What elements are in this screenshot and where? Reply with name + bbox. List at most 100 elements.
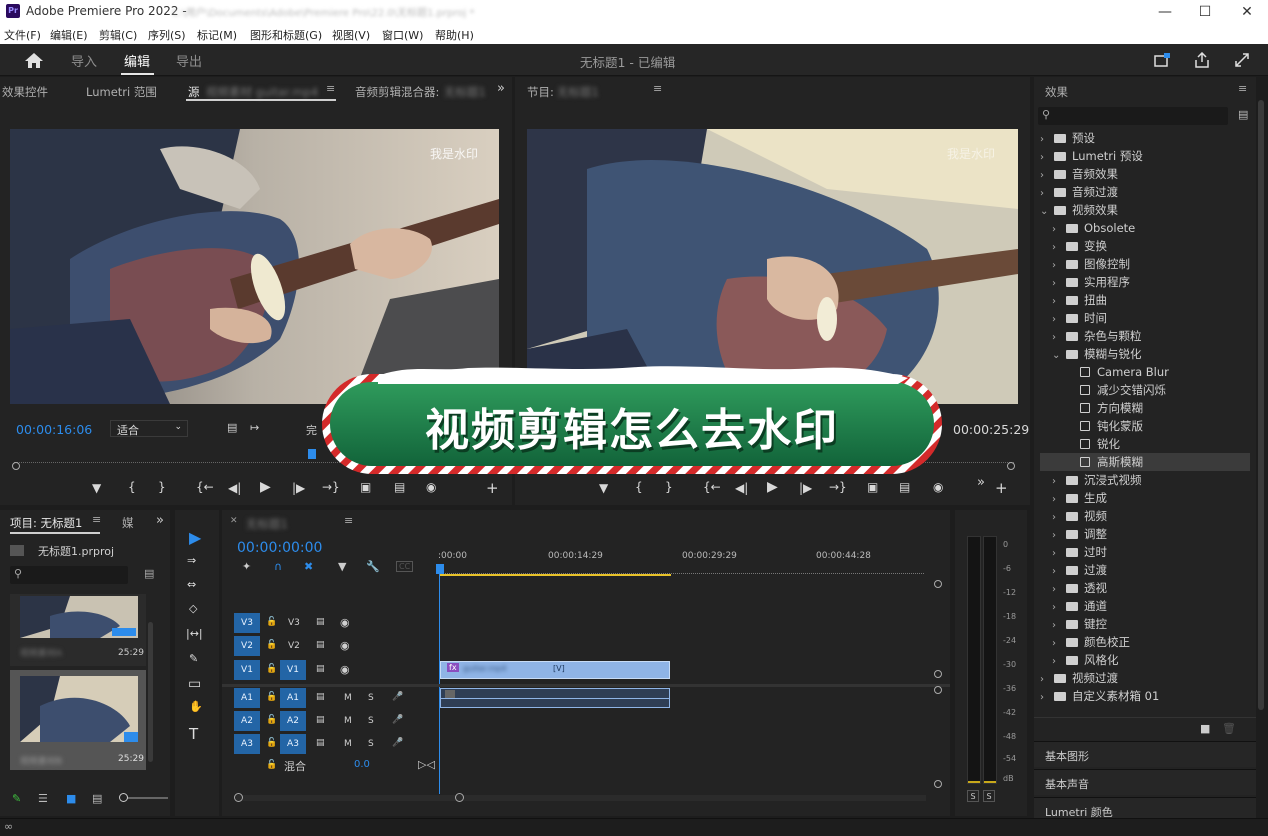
chevron-down-icon[interactable]: ⌄	[1040, 203, 1052, 221]
effect-folder[interactable]: ⌄ 视频效果	[1040, 201, 1250, 219]
effect-folder[interactable]: › 透视	[1040, 579, 1250, 597]
menu-markers[interactable]: 标记(M)	[197, 27, 237, 43]
effect-folder[interactable]: › 键控	[1040, 615, 1250, 633]
effects-scrollbar[interactable]	[1258, 100, 1264, 710]
add-marker-icon[interactable]: ▼	[338, 560, 346, 573]
effect-folder[interactable]: ⌄ 模糊与锐化	[1040, 345, 1250, 363]
mark-out-icon[interactable]: }	[158, 480, 166, 494]
program-label[interactable]: 节目:	[527, 84, 554, 100]
effect-folder[interactable]: › Obsolete	[1040, 219, 1250, 237]
slip-tool-icon[interactable]: |↔|	[186, 627, 203, 640]
effect-item[interactable]: 方向模糊	[1040, 399, 1250, 417]
fullscreen-icon[interactable]	[1234, 52, 1250, 68]
thumbnail-zoom-handle[interactable]	[119, 793, 128, 802]
timeline-playhead-handle[interactable]	[436, 564, 444, 574]
effect-folder[interactable]: › 实用程序	[1040, 273, 1250, 291]
zoom-handle-left[interactable]	[12, 462, 20, 470]
fit-dropdown[interactable]: 适合 ⌄	[110, 420, 188, 437]
new-custom-bin-icon[interactable]: ■	[1200, 722, 1210, 735]
step-forward-icon[interactable]: |▶	[292, 481, 305, 495]
mute-button-a3[interactable]: M	[344, 739, 352, 749]
lock-icon[interactable]: 🔓	[266, 715, 277, 725]
source-timecode[interactable]: 00:00:16:06	[16, 422, 92, 437]
go-to-in-icon[interactable]: {←	[196, 480, 214, 494]
track-select-tool-icon[interactable]: ⇒	[187, 554, 196, 567]
go-to-out-icon[interactable]: →}	[829, 480, 847, 494]
lock-icon[interactable]: 🔓	[266, 617, 277, 627]
eye-icon[interactable]: ◉	[340, 616, 350, 629]
captions-icon[interactable]: CC	[396, 561, 414, 572]
chevron-right-icon[interactable]: ›	[1040, 689, 1052, 707]
effects-search-input[interactable]: ⚲	[1038, 107, 1228, 125]
tab-project[interactable]: 项目: 无标题1	[10, 515, 82, 531]
source-patch-v1[interactable]: V1	[234, 660, 260, 680]
effects-panel-title[interactable]: 效果	[1045, 84, 1068, 100]
selection-tool-icon[interactable]: ▶	[189, 528, 201, 547]
icon-view-icon[interactable]: ■	[66, 792, 76, 805]
tab-audio-clip-mixer[interactable]: 音频剪辑混合器:	[355, 84, 439, 100]
sync-lock-icon[interactable]: ▤	[316, 640, 325, 650]
source-patch-a2[interactable]: A2	[234, 711, 260, 731]
lock-icon[interactable]: 🔓	[266, 664, 277, 674]
panel-overflow-icon[interactable]: »	[497, 81, 505, 96]
resolution-dropdown[interactable]: 完	[306, 422, 317, 438]
work-area-bar[interactable]	[440, 574, 671, 576]
lock-icon[interactable]: 🔓	[266, 738, 277, 748]
export-frame-icon[interactable]: ◉	[426, 480, 436, 494]
sync-lock-icon[interactable]: ▤	[316, 715, 325, 725]
sync-lock-icon[interactable]: ▤	[316, 738, 325, 748]
overwrite-icon[interactable]: ▤	[394, 480, 405, 494]
menu-sequence[interactable]: 序列(S)	[148, 27, 186, 43]
step-back-icon[interactable]: ◀|	[228, 481, 241, 495]
effect-folder[interactable]: › 预设	[1040, 129, 1250, 147]
ripple-edit-tool-icon[interactable]: ⇔	[187, 578, 196, 591]
menu-file[interactable]: 文件(F)	[4, 27, 41, 43]
effect-folder[interactable]: › 风格化	[1040, 651, 1250, 669]
source-video-frame[interactable]: 我是水印	[10, 129, 499, 404]
project-item-2[interactable]: 视频素材B 25:29	[10, 670, 146, 770]
effect-folder[interactable]: › 调整	[1040, 525, 1250, 543]
lock-icon[interactable]: 🔓	[266, 640, 277, 650]
mark-in-icon[interactable]: {	[635, 480, 643, 494]
program-video-frame[interactable]: 我是水印	[527, 129, 1018, 404]
effect-item[interactable]: 钝化蒙版	[1040, 417, 1250, 435]
effect-folder[interactable]: › 自定义素材箱 01	[1040, 687, 1250, 705]
tab-edit[interactable]: 编辑	[124, 51, 150, 70]
panel-menu-icon[interactable]: ≡	[1238, 82, 1247, 95]
tab-lumetri-scopes[interactable]: Lumetri 范围	[86, 84, 157, 100]
effect-folder[interactable]: › 视频过渡	[1040, 669, 1250, 687]
audio-clip[interactable]	[440, 688, 670, 708]
track-target-a2[interactable]: A2	[280, 711, 306, 731]
track-target-v1[interactable]: V1	[280, 660, 306, 680]
quick-export-icon[interactable]	[1154, 53, 1170, 67]
track-target-a1[interactable]: A1	[280, 688, 306, 708]
microphone-icon[interactable]: 🎤	[392, 692, 403, 702]
panel-menu-icon[interactable]: ≡	[344, 514, 353, 527]
menu-graphics[interactable]: 图形和标题(G)	[250, 27, 322, 43]
menu-clip[interactable]: 剪辑(C)	[99, 27, 137, 43]
pen-tool-icon[interactable]: ✎	[189, 652, 198, 665]
essential-graphics-section[interactable]: 基本图形	[1034, 741, 1256, 767]
menu-view[interactable]: 视图(V)	[332, 27, 370, 43]
video-clip[interactable]: fx guitar.mp4 [V]	[440, 661, 670, 679]
sync-lock-icon[interactable]: ▤	[316, 617, 325, 627]
sequence-tab-name[interactable]: 无标题1	[246, 516, 288, 532]
linked-selection-icon[interactable]: ✖	[304, 560, 313, 573]
snap-icon[interactable]: ∩	[274, 560, 282, 573]
panel-menu-icon[interactable]: ≡	[92, 513, 101, 526]
effect-folder[interactable]: › 生成	[1040, 489, 1250, 507]
sync-lock-icon[interactable]: ▤	[316, 692, 325, 702]
project-scrollbar[interactable]	[148, 622, 153, 762]
tab-media[interactable]: 媒	[122, 515, 134, 531]
effect-folder[interactable]: › 通道	[1040, 597, 1250, 615]
microphone-icon[interactable]: 🎤	[392, 715, 403, 725]
go-to-in-icon[interactable]: {←	[703, 480, 721, 494]
solo-button-a2[interactable]: S	[368, 716, 374, 726]
drag-video-icon[interactable]: ↦	[250, 421, 259, 434]
nest-icon[interactable]: ✦	[242, 560, 251, 573]
go-to-end-icon[interactable]: ▷◁	[418, 758, 435, 771]
effect-folder[interactable]: › 过时	[1040, 543, 1250, 561]
effect-folder[interactable]: › Lumetri 预设	[1040, 147, 1250, 165]
delete-icon[interactable]: 🗑	[1222, 722, 1236, 735]
zoom-handle-right[interactable]	[1007, 462, 1015, 470]
